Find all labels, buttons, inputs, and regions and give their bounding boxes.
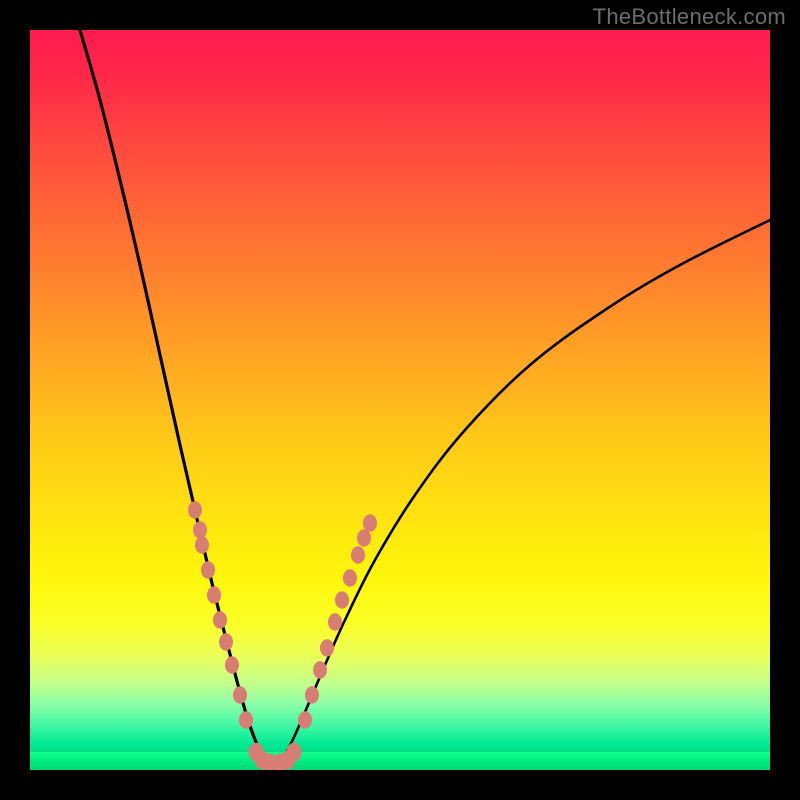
data-point-dot — [287, 743, 302, 762]
data-point-dot — [313, 661, 327, 679]
frame-bottom — [30, 770, 770, 800]
data-point-dot — [188, 501, 202, 519]
data-point-dot — [351, 546, 365, 564]
data-point-dot — [328, 613, 342, 631]
data-point-dot — [343, 569, 357, 587]
data-point-dot — [363, 514, 377, 532]
data-point-dot — [298, 711, 312, 729]
data-point-dot — [219, 633, 233, 651]
data-point-dot — [233, 686, 247, 704]
data-point-dot — [193, 521, 207, 539]
data-point-dot — [305, 686, 319, 704]
dot-cluster-bottom — [249, 743, 302, 770]
data-point-dot — [225, 656, 239, 674]
data-point-dot — [195, 536, 209, 554]
data-point-dot — [357, 529, 371, 547]
chart-frame: TheBottleneck.com — [0, 0, 800, 800]
data-point-dot — [239, 711, 253, 729]
dot-cluster-left — [188, 501, 253, 729]
bottleneck-curve-svg — [30, 30, 770, 770]
curve-right-branch — [278, 220, 770, 765]
data-point-dot — [207, 586, 221, 604]
data-point-dot — [320, 639, 334, 657]
curve-left-branch — [80, 30, 272, 765]
data-point-dot — [335, 591, 349, 609]
watermark-text: TheBottleneck.com — [593, 4, 786, 30]
data-point-dot — [213, 611, 227, 629]
data-point-dot — [201, 561, 215, 579]
plot-area — [30, 30, 770, 798]
dot-cluster-right — [298, 514, 377, 729]
